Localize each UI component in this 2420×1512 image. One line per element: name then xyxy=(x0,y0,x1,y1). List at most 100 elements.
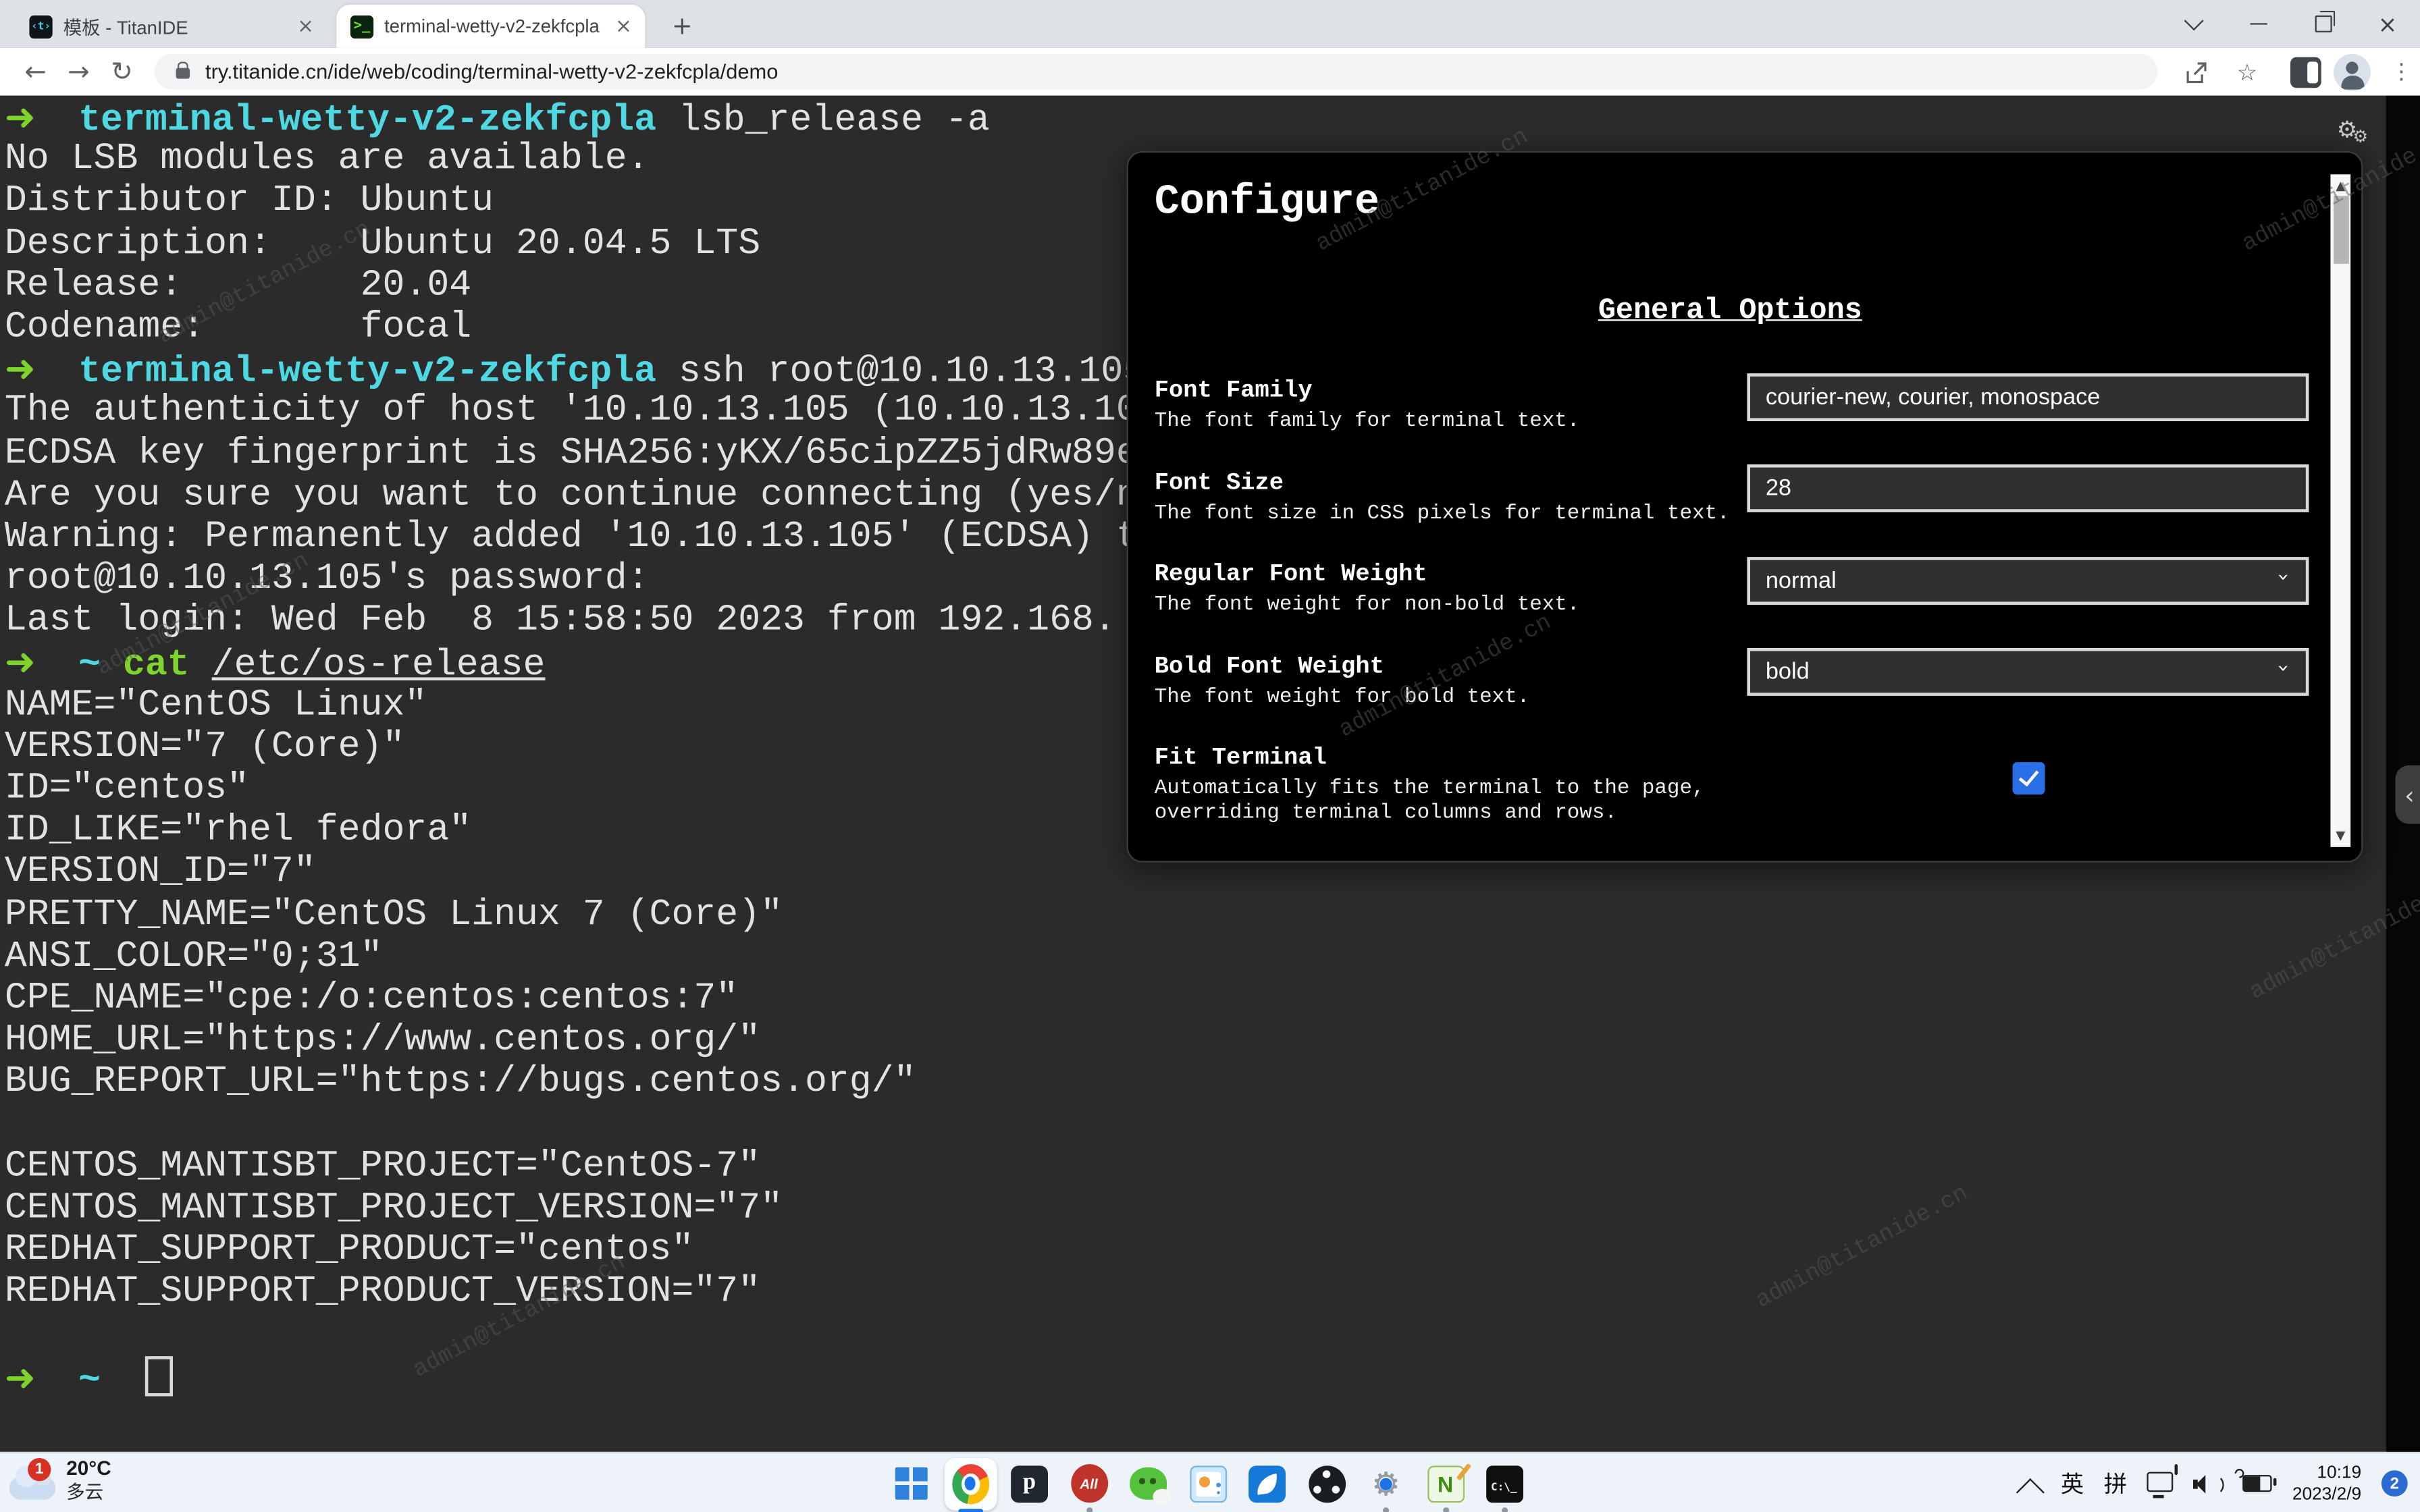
browser-menu-button[interactable]: ⋮ xyxy=(2389,55,2414,89)
taskbar-clock[interactable]: 10:19 2023/2/9 xyxy=(2292,1462,2361,1505)
restore-button[interactable] xyxy=(2290,0,2355,48)
terminal-line: Warning: Permanently added '10.10.13.105… xyxy=(5,516,1183,558)
check-icon xyxy=(2019,765,2039,786)
terminal-line: Last login: Wed Feb 8 15:58:50 2023 from… xyxy=(5,601,1183,643)
terminal-line: ➜ ~ xyxy=(5,1355,1183,1397)
side-panel-button[interactable] xyxy=(2290,57,2321,88)
windows-start-icon xyxy=(895,1467,927,1500)
share-button[interactable] xyxy=(2176,54,2213,91)
settings-icon: ⚙ xyxy=(1371,1465,1400,1502)
chevron-down-icon xyxy=(2183,11,2203,30)
scrollbar-thumb[interactable] xyxy=(2333,196,2348,264)
volume-icon[interactable] xyxy=(2194,1472,2223,1495)
tab-close-icon[interactable]: × xyxy=(611,14,636,39)
network-icon[interactable] xyxy=(2147,1472,2174,1492)
terminal-line: Release: 20.04 xyxy=(5,265,1183,307)
cmd-icon: C:\_ xyxy=(1486,1465,1523,1502)
date-text: 2023/2/9 xyxy=(2292,1484,2361,1505)
font-size-input[interactable]: 28 xyxy=(1747,464,2309,512)
field-font-size: Font Size The font size in CSS pixels fo… xyxy=(1155,469,1741,528)
terminal-line: CPE_NAME="cpe:/o:centos:centos:7" xyxy=(5,978,1183,1020)
bold-font-weight-select[interactable]: bold › xyxy=(1747,648,2309,696)
taskbar-icon-chrome[interactable] xyxy=(951,1465,989,1502)
time-text: 10:19 xyxy=(2317,1462,2361,1484)
url-text[interactable]: try.titanide.cn/ide/web/coding/terminal-… xyxy=(205,60,778,83)
font-family-value: courier-new, courier, monospace xyxy=(1766,384,2101,410)
back-button[interactable]: ← xyxy=(16,53,55,92)
terminal-output[interactable]: ➜ terminal-wetty-v2-zekfcpla lsb_release… xyxy=(5,97,1183,1397)
field-desc: The font family for terminal text. xyxy=(1155,410,1741,435)
gear-icon: ⚙ xyxy=(2352,126,2368,146)
scroll-up-icon[interactable]: ▲ xyxy=(2330,176,2350,196)
taskbar-weather-widget[interactable]: 1 20°C 多云 xyxy=(9,1457,111,1505)
terminal-line: Are you sure you want to continue connec… xyxy=(5,475,1183,516)
general-options-heading: General Options xyxy=(1128,293,2332,327)
taskbar-icon-picpick[interactable]: p xyxy=(1011,1465,1048,1502)
ime-lang-pinyin[interactable]: 拼 xyxy=(2104,1467,2127,1500)
profile-avatar[interactable] xyxy=(2334,54,2371,91)
tab-terminal-wetty[interactable]: >_ terminal-wetty-v2-zekfcpla - T × xyxy=(336,5,645,48)
settings-gears-button[interactable]: ⚙⚙ xyxy=(2337,114,2368,146)
taskbar-icon-dingtalk[interactable] xyxy=(1248,1465,1286,1502)
browser-toolbar: ← → ↻ try.titanide.cn/ide/web/coding/ter… xyxy=(0,48,2420,96)
notepadpp-icon: N xyxy=(1427,1465,1464,1502)
terminal-page: ➜ terminal-wetty-v2-zekfcpla lsb_release… xyxy=(0,96,2420,1452)
new-tab-button[interactable]: + xyxy=(666,9,698,40)
chevron-left-icon: ‹ xyxy=(2404,780,2415,809)
window-controls: × xyxy=(2161,0,2420,48)
terminal-line: No LSB modules are available. xyxy=(5,139,1183,181)
tab-title: terminal-wetty-v2-zekfcpla - T xyxy=(384,16,602,37)
field-font-family: Font Family The font family for terminal… xyxy=(1155,377,1741,435)
taskbar-icon-notepadpp[interactable]: N xyxy=(1427,1465,1464,1502)
fit-terminal-checkbox[interactable] xyxy=(2013,762,2045,794)
taskbar-icon-screenshot-tool[interactable] xyxy=(1189,1465,1226,1502)
font-size-value: 28 xyxy=(1766,475,1791,502)
field-label: Font Size xyxy=(1155,469,1741,497)
forward-button[interactable]: → xyxy=(59,53,99,92)
ime-lang-en[interactable]: 英 xyxy=(2061,1467,2084,1500)
bold-font-weight-value: bold xyxy=(1766,659,1810,685)
terminal-line: root@10.10.13.105's password: xyxy=(5,559,1183,601)
terminal-line: VERSION_ID="7" xyxy=(5,853,1183,894)
regular-font-weight-select[interactable]: normal › xyxy=(1747,557,2309,605)
minimize-button[interactable] xyxy=(2226,0,2290,48)
terminal-line: ➜ terminal-wetty-v2-zekfcpla ssh root@10… xyxy=(5,349,1183,391)
reload-button[interactable]: ↻ xyxy=(102,53,142,92)
bookmark-button[interactable]: ☆ xyxy=(2229,54,2266,91)
taskbar-icon-obs[interactable] xyxy=(1308,1465,1345,1502)
taskbar-icon-cmd[interactable]: C:\_ xyxy=(1486,1465,1523,1502)
system-tray: 英 拼 10:19 2023/2/9 2 xyxy=(2020,1453,2407,1512)
font-family-input[interactable]: courier-new, courier, monospace xyxy=(1747,373,2309,421)
dialog-scrollbar[interactable]: ▲ ▼ xyxy=(2330,174,2350,847)
terminal-line: The authenticity of host '10.10.13.105 (… xyxy=(5,391,1183,433)
titanide-favicon-icon: ‹t› xyxy=(29,15,52,38)
terminal-cursor xyxy=(145,1355,173,1395)
taskbar-icon-alist[interactable]: All xyxy=(1070,1465,1107,1502)
dingtalk-icon xyxy=(1248,1465,1286,1502)
minimize-icon xyxy=(2249,23,2266,26)
tab-search-button[interactable] xyxy=(2161,0,2226,48)
terminal-line: ANSI_COLOR="0;31" xyxy=(5,936,1183,978)
scroll-down-icon[interactable]: ▼ xyxy=(2330,826,2350,846)
regular-font-weight-value: normal xyxy=(1766,568,1837,594)
taskbar-icon-wechat[interactable] xyxy=(1130,1465,1167,1502)
drawer-handle[interactable]: ‹ xyxy=(2395,765,2420,824)
weather-badge: 1 xyxy=(28,1458,51,1481)
alist-icon: All xyxy=(1070,1464,1107,1503)
tab-close-icon[interactable]: × xyxy=(293,14,318,39)
cloud-icon: 1 xyxy=(9,1476,56,1499)
terminal-line: ➜ ~ cat /etc/os-release xyxy=(5,643,1183,684)
address-bar[interactable]: try.titanide.cn/ide/web/coding/terminal-… xyxy=(155,54,2158,90)
terminal-line: REDHAT_SUPPORT_PRODUCT_VERSION="7" xyxy=(5,1272,1183,1314)
field-desc: The font weight for non-bold text. xyxy=(1155,594,1741,619)
taskbar-icon-windows-start[interactable] xyxy=(892,1465,929,1502)
taskbar-icon-settings[interactable]: ⚙ xyxy=(1367,1465,1404,1502)
battery-icon[interactable] xyxy=(2243,1475,2272,1492)
window-close-button[interactable]: × xyxy=(2355,0,2420,48)
terminal-line: REDHAT_SUPPORT_PRODUCT="centos" xyxy=(5,1230,1183,1272)
field-label: Fit Terminal xyxy=(1155,744,1741,772)
tray-chevron-up-icon[interactable] xyxy=(2016,1478,2045,1507)
terminal-line: ECDSA key fingerprint is SHA256:yKX/65ci… xyxy=(5,433,1183,475)
tab-titanide[interactable]: ‹t› 模板 - TitanIDE × xyxy=(16,6,327,46)
notification-badge[interactable]: 2 xyxy=(2382,1470,2408,1496)
